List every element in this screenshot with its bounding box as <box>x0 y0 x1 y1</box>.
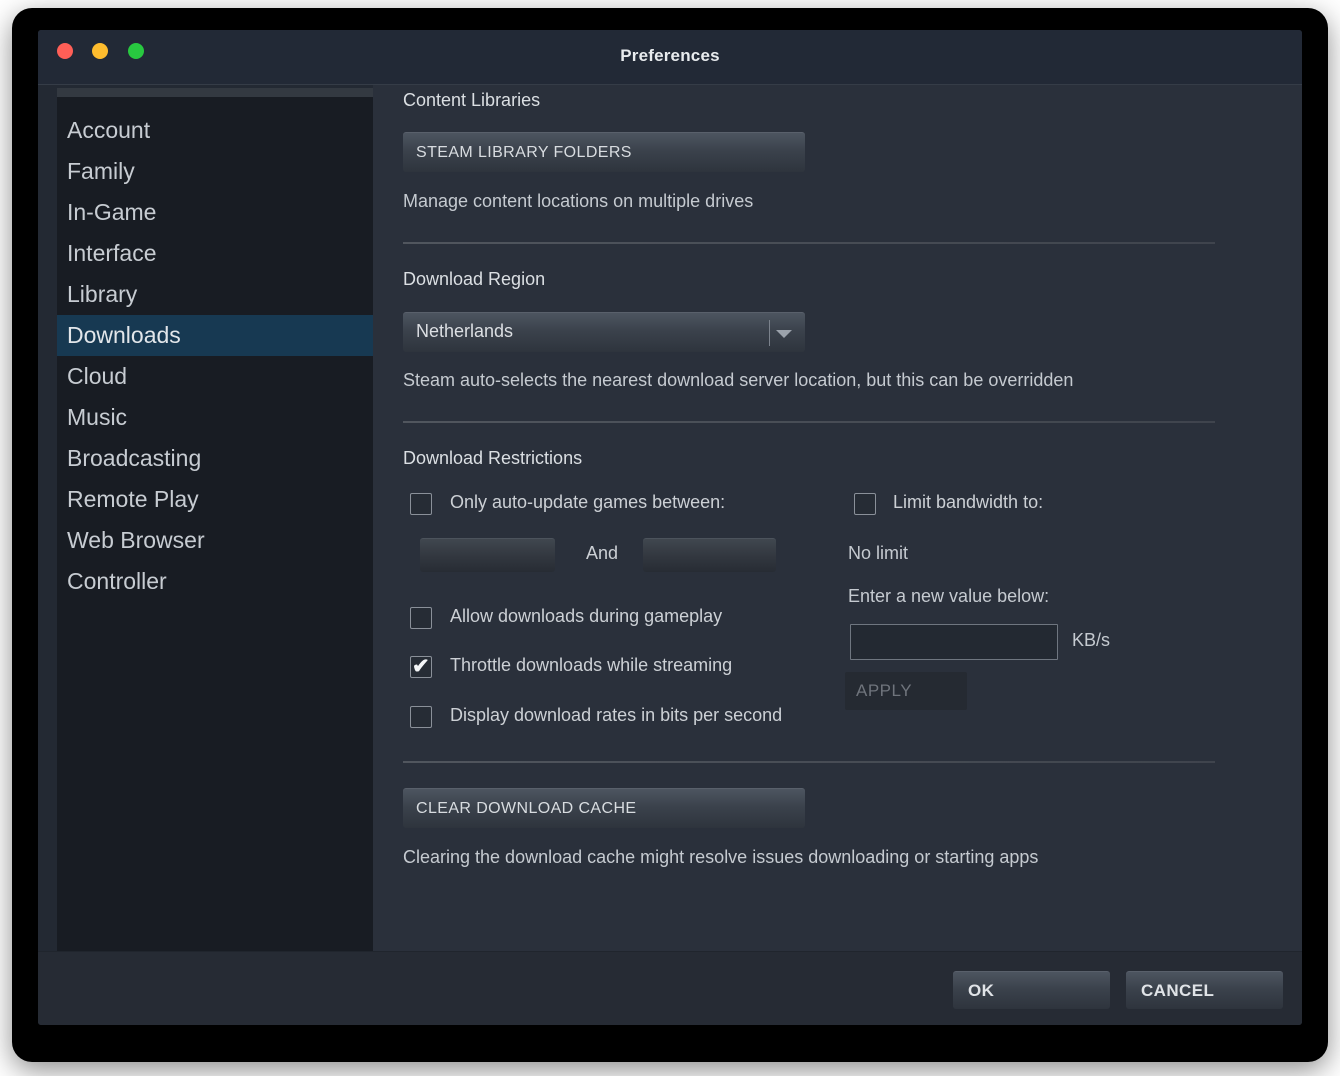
footer-bar: OK CANCEL <box>38 951 1302 1025</box>
steam-library-folders-button[interactable]: STEAM LIBRARY FOLDERS <box>403 132 805 172</box>
sidebar-item-in-game[interactable]: In-Game <box>57 192 373 233</box>
sidebar-item-interface[interactable]: Interface <box>57 233 373 274</box>
auto-update-between-checkbox[interactable]: ✔ <box>410 493 432 515</box>
window-title: Preferences <box>38 46 1302 66</box>
download-region-value: Netherlands <box>416 321 513 342</box>
apply-button[interactable]: APPLY <box>845 672 967 710</box>
window-shadow-frame: Preferences Account Family In-Game Inter… <box>12 8 1328 1062</box>
titlebar[interactable]: Preferences <box>38 30 1302 85</box>
downloads-settings-panel: Content Libraries STEAM LIBRARY FOLDERS … <box>373 85 1302 951</box>
bandwidth-input[interactable] <box>850 624 1058 660</box>
allow-downloads-gameplay-label: Allow downloads during gameplay <box>450 606 722 627</box>
auto-update-end-select[interactable] <box>643 538 776 572</box>
auto-update-start-select[interactable] <box>420 538 555 572</box>
sidebar-item-web-browser[interactable]: Web Browser <box>57 520 373 561</box>
sidebar-item-broadcasting[interactable]: Broadcasting <box>57 438 373 479</box>
preferences-window: Preferences Account Family In-Game Inter… <box>38 30 1302 1025</box>
content-libraries-description: Manage content locations on multiple dri… <box>403 191 753 212</box>
clear-download-cache-button[interactable]: CLEAR DOWNLOAD CACHE <box>403 788 805 828</box>
bandwidth-current-value: No limit <box>848 543 908 564</box>
sidebar-item-cloud[interactable]: Cloud <box>57 356 373 397</box>
chevron-down-icon <box>776 330 792 338</box>
ok-button[interactable]: OK <box>953 971 1110 1009</box>
section-divider <box>403 242 1215 244</box>
sidebar-item-library[interactable]: Library <box>57 274 373 315</box>
sidebar-item-music[interactable]: Music <box>57 397 373 438</box>
content-libraries-heading: Content Libraries <box>403 90 540 111</box>
clear-cache-description: Clearing the download cache might resolv… <box>403 847 1038 868</box>
between-and-label: And <box>586 543 618 564</box>
checkmark-icon: ✔ <box>412 654 430 679</box>
display-rates-bits-checkbox[interactable]: ✔ <box>410 706 432 728</box>
download-region-description: Steam auto-selects the nearest download … <box>403 370 1073 391</box>
display-rates-bits-label: Display download rates in bits per secon… <box>450 705 782 726</box>
limit-bandwidth-label: Limit bandwidth to: <box>893 492 1043 513</box>
select-separator <box>769 320 770 346</box>
download-region-heading: Download Region <box>403 269 545 290</box>
bandwidth-unit-label: KB/s <box>1072 630 1110 651</box>
sidebar-item-remote-play[interactable]: Remote Play <box>57 479 373 520</box>
auto-update-between-label: Only auto-update games between: <box>450 492 725 513</box>
throttle-streaming-checkbox[interactable]: ✔ <box>410 656 432 678</box>
download-region-select[interactable]: Netherlands <box>403 312 805 352</box>
sidebar-item-account[interactable]: Account <box>57 110 373 151</box>
limit-bandwidth-checkbox[interactable]: ✔ <box>854 493 876 515</box>
section-divider <box>403 421 1215 423</box>
section-divider <box>403 761 1215 763</box>
download-restrictions-heading: Download Restrictions <box>403 448 582 469</box>
sidebar-item-controller[interactable]: Controller <box>57 561 373 602</box>
sidebar-item-downloads[interactable]: Downloads <box>57 315 373 356</box>
sidebar-item-family[interactable]: Family <box>57 151 373 192</box>
cancel-button[interactable]: CANCEL <box>1126 971 1283 1009</box>
bandwidth-prompt: Enter a new value below: <box>848 586 1049 607</box>
allow-downloads-gameplay-checkbox[interactable]: ✔ <box>410 607 432 629</box>
sidebar: Account Family In-Game Interface Library… <box>57 88 373 951</box>
sidebar-list: Account Family In-Game Interface Library… <box>57 97 373 602</box>
throttle-streaming-label: Throttle downloads while streaming <box>450 655 732 676</box>
